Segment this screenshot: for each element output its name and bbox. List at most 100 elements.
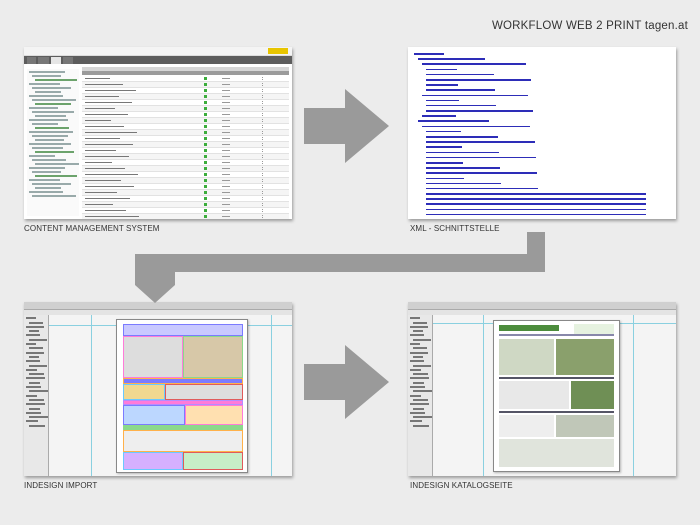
- caption-indesign-import: INDESIGN IMPORT: [24, 481, 98, 490]
- status-ok-icon: [204, 101, 207, 104]
- xml-text: [422, 94, 528, 97]
- sidebar-line: [32, 135, 69, 137]
- xml-line: [414, 68, 670, 72]
- import-frame: [123, 324, 243, 336]
- indesign-menubar: [24, 302, 292, 310]
- row-meta: [222, 174, 230, 175]
- layer-item: [29, 381, 40, 384]
- guide-line: [271, 315, 272, 476]
- sidebar-line: [32, 123, 58, 125]
- row-meta: [222, 144, 230, 145]
- sidebar-line: [35, 127, 69, 129]
- row-title: [85, 96, 119, 97]
- layer-item: [29, 407, 41, 410]
- layer-item: [26, 368, 37, 371]
- xml-line: [414, 161, 670, 165]
- row-meta: [222, 108, 230, 109]
- xml-text: [426, 198, 646, 200]
- catalog-frame: [499, 339, 554, 375]
- sidebar-line: [32, 99, 77, 101]
- row-title: [85, 162, 112, 163]
- xml-text: [414, 53, 444, 55]
- row-actions: [262, 107, 285, 110]
- xml-text: [426, 141, 535, 143]
- row-meta: [222, 216, 230, 217]
- row-meta: [222, 132, 230, 133]
- xml-text: [422, 63, 526, 65]
- xml-text: [426, 182, 501, 185]
- row-actions: [262, 203, 285, 206]
- layer-item: [410, 360, 425, 363]
- caption-cms: CONTENT MANAGEMENT SYSTEM: [24, 224, 160, 233]
- row-meta: [222, 192, 230, 193]
- status-ok-icon: [204, 215, 207, 218]
- sidebar-line: [35, 103, 72, 105]
- layer-item: [410, 386, 425, 389]
- xml-text: [426, 203, 646, 206]
- sidebar-line: [29, 107, 58, 109]
- layer-item: [26, 411, 42, 414]
- row-actions: [262, 167, 285, 170]
- catalog-frame: [556, 415, 614, 437]
- guide-line: [483, 315, 484, 476]
- layer-item: [26, 325, 44, 328]
- row-meta: [222, 90, 230, 91]
- row-meta: [222, 186, 230, 187]
- xml-line: [414, 198, 670, 201]
- xml-line: [414, 53, 670, 56]
- row-title: [85, 102, 132, 103]
- xml-code: [414, 53, 670, 216]
- row-actions: [262, 161, 285, 164]
- status-ok-icon: [204, 77, 207, 80]
- indesign-import-screenshot: [24, 302, 292, 476]
- row-actions: [262, 101, 285, 104]
- cms-tabs: [24, 56, 292, 64]
- xml-text: [418, 58, 485, 60]
- cms-table-header: [82, 71, 289, 75]
- layer-item: [26, 420, 38, 423]
- status-ok-icon: [204, 83, 207, 86]
- layer-item: [410, 420, 422, 423]
- catalog-frame: [499, 411, 614, 413]
- catalog-page: [493, 320, 620, 472]
- status-ok-icon: [204, 155, 207, 158]
- import-page: [116, 319, 248, 473]
- row-title: [85, 150, 116, 151]
- import-frame: [123, 336, 183, 378]
- layer-item: [410, 317, 420, 320]
- row-meta: [222, 120, 230, 121]
- layer-item: [413, 373, 428, 376]
- xml-line: [414, 78, 670, 82]
- row-actions: [262, 173, 285, 176]
- row-title: [85, 90, 136, 91]
- layer-item: [29, 373, 44, 376]
- row-title: [85, 138, 120, 139]
- row-actions: [262, 119, 285, 122]
- layer-item: [410, 343, 421, 346]
- row-actions: [262, 95, 285, 98]
- xml-line: [414, 151, 670, 155]
- status-ok-icon: [204, 119, 207, 122]
- arrow-right-1: [304, 89, 389, 163]
- row-actions: [262, 179, 285, 182]
- sidebar-line: [35, 187, 61, 189]
- status-ok-icon: [204, 203, 207, 206]
- row-meta: [222, 162, 230, 163]
- layer-item: [413, 407, 425, 410]
- layer-item: [26, 403, 46, 406]
- catalog-frame: [499, 334, 614, 336]
- layer-item: [413, 347, 428, 350]
- xml-text: [426, 130, 461, 133]
- cms-tab: [38, 57, 50, 64]
- status-ok-icon: [204, 209, 207, 212]
- catalog-frame: [571, 381, 614, 409]
- layer-item: [413, 338, 431, 341]
- status-ok-icon: [204, 161, 207, 164]
- sidebar-line: [32, 171, 61, 173]
- arrow-right-2: [304, 345, 389, 419]
- layer-item: [410, 351, 429, 354]
- indesign-canvas: [49, 315, 292, 476]
- row-meta: [222, 198, 230, 199]
- xml-text: [426, 84, 458, 86]
- catalog-frame: [556, 339, 614, 375]
